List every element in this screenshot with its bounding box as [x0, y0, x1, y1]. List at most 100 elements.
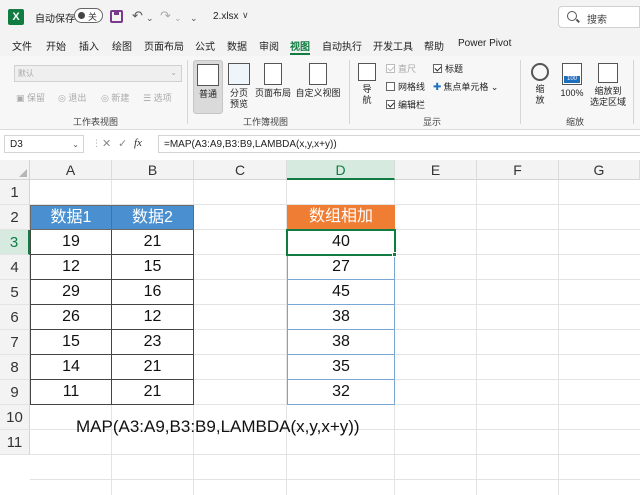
- cell-a3[interactable]: 19: [30, 230, 112, 255]
- redo-dropdown-icon[interactable]: ⌄: [174, 10, 182, 26]
- cell-a2-header[interactable]: 数据1: [30, 205, 112, 230]
- search-icon: [567, 11, 577, 21]
- cancel-icon[interactable]: ✕: [102, 137, 111, 150]
- cell-b5[interactable]: 16: [111, 280, 194, 305]
- tab-developer[interactable]: 开发工具: [373, 38, 413, 53]
- column-header-d[interactable]: D: [287, 160, 395, 180]
- cell-d9[interactable]: 32: [287, 380, 395, 405]
- cell-b8[interactable]: 21: [111, 355, 194, 380]
- sheet-view-keep-button[interactable]: ▣ 保留: [16, 91, 45, 104]
- row-header-2[interactable]: 2: [0, 205, 30, 230]
- zoom-100-button[interactable]: 100 100%: [557, 60, 587, 99]
- cell-d7[interactable]: 38: [287, 330, 395, 355]
- active-cell-border: [286, 229, 396, 256]
- cell-d6[interactable]: 38: [287, 305, 395, 330]
- tab-draw[interactable]: 绘图: [112, 38, 132, 53]
- cell-b6[interactable]: 12: [111, 305, 194, 330]
- column-header-c[interactable]: C: [194, 160, 287, 180]
- headings-checkbox[interactable]: 标题: [433, 62, 463, 75]
- tab-formulas[interactable]: 公式: [195, 38, 215, 53]
- row-header-5[interactable]: 5: [0, 280, 30, 305]
- customize-toolbar-icon[interactable]: ⌄: [190, 10, 198, 26]
- tab-home[interactable]: 开始: [46, 38, 66, 53]
- redo-icon[interactable]: ↷: [160, 8, 171, 24]
- chevron-down-icon: ⌄: [72, 140, 79, 149]
- tab-insert[interactable]: 插入: [79, 38, 99, 53]
- row-header-9[interactable]: 9: [0, 380, 30, 405]
- sheet-view-exit-button[interactable]: ◎ 退出: [58, 91, 86, 104]
- chevron-down-icon: ⌄: [490, 82, 499, 92]
- cell-a6[interactable]: 26: [30, 305, 112, 330]
- tab-page-layout[interactable]: 页面布局: [144, 38, 184, 53]
- cell-d4[interactable]: 27: [287, 255, 395, 280]
- row-header-4[interactable]: 4: [0, 255, 30, 280]
- cell-b7[interactable]: 23: [111, 330, 194, 355]
- column-header-f[interactable]: F: [477, 160, 559, 180]
- column-header-b[interactable]: B: [112, 160, 194, 180]
- insert-function-icon[interactable]: fx: [134, 137, 142, 149]
- zoom-group-label: 缩放: [566, 117, 585, 127]
- cell-b3[interactable]: 21: [111, 230, 194, 255]
- undo-icon[interactable]: ↶: [132, 8, 143, 24]
- select-all-corner[interactable]: [0, 160, 30, 180]
- row-header-11[interactable]: 11: [0, 430, 30, 455]
- focus-cell-icon: ✚: [433, 82, 442, 93]
- row-header-3[interactable]: 3: [0, 230, 30, 255]
- gridlines-checkbox[interactable]: 网格线: [386, 80, 425, 93]
- save-icon[interactable]: [110, 10, 123, 23]
- normal-view-button[interactable]: 普通: [193, 60, 223, 114]
- sheet-view-select[interactable]: 默认 ⌄: [14, 65, 182, 82]
- tab-help[interactable]: 帮助: [424, 38, 444, 53]
- cell-d8[interactable]: 35: [287, 355, 395, 380]
- page-layout-button[interactable]: 页面布局: [254, 60, 292, 99]
- formula-bar-checkbox[interactable]: 编辑栏: [386, 98, 425, 111]
- fill-handle[interactable]: [392, 252, 397, 257]
- column-header-e[interactable]: E: [395, 160, 477, 180]
- row-header-8[interactable]: 8: [0, 355, 30, 380]
- ribbon: 默认 ⌄ ▣ 保留 ◎ 退出 ◎ 新建 ☰ 选项 工作表视图 普通 分页 预览 …: [0, 56, 640, 130]
- cell-d5[interactable]: 45: [287, 280, 395, 305]
- zoom-to-selection-button[interactable]: 缩放到 选定区域: [588, 60, 628, 108]
- cell-b9[interactable]: 21: [111, 380, 194, 405]
- file-name[interactable]: 2.xlsx: [213, 11, 239, 22]
- filename-chevron-icon[interactable]: ∨: [242, 10, 249, 21]
- tab-data[interactable]: 数据: [227, 38, 247, 53]
- undo-dropdown-icon[interactable]: ⌄: [146, 10, 154, 26]
- row-header-1[interactable]: 1: [0, 180, 30, 205]
- sheet-view-options-button[interactable]: ☰ 选项: [143, 91, 172, 104]
- ruler-checkbox[interactable]: 直尺: [386, 62, 416, 75]
- cell-a9[interactable]: 11: [30, 380, 112, 405]
- formula-input[interactable]: =MAP(A3:A9,B3:B9,LAMBDA(x,y,x+y)): [158, 135, 640, 153]
- tab-file[interactable]: 文件: [12, 38, 32, 53]
- autosave-toggle[interactable]: 关: [74, 8, 103, 23]
- row-header-10[interactable]: 10: [0, 405, 30, 430]
- row-header-6[interactable]: 6: [0, 305, 30, 330]
- cell-a5[interactable]: 29: [30, 280, 112, 305]
- ribbon-separator: [187, 60, 188, 124]
- formula-note: MAP(A3:A9,B3:B9,LAMBDA(x,y,x+y)): [76, 417, 360, 436]
- column-header-g[interactable]: G: [559, 160, 640, 180]
- cell-a7[interactable]: 15: [30, 330, 112, 355]
- page-break-preview-button[interactable]: 分页 预览: [225, 60, 253, 110]
- cell-a4[interactable]: 12: [30, 255, 112, 280]
- cell-b2-header[interactable]: 数据2: [111, 205, 194, 230]
- column-header-a[interactable]: A: [30, 160, 112, 180]
- tab-review[interactable]: 审阅: [259, 38, 279, 53]
- enter-icon[interactable]: ✓: [118, 137, 127, 150]
- name-box[interactable]: D3 ⌄: [4, 135, 84, 153]
- cell-d2-header[interactable]: 数组相加: [287, 205, 395, 230]
- search-placeholder: 搜索: [587, 15, 607, 26]
- custom-view-button[interactable]: 自定义视图: [294, 60, 342, 99]
- cell-b4[interactable]: 15: [111, 255, 194, 280]
- row-header-7[interactable]: 7: [0, 330, 30, 355]
- navigation-button[interactable]: 导 航: [354, 60, 380, 106]
- tab-view[interactable]: 视图: [290, 38, 310, 53]
- search-box[interactable]: 搜索: [558, 6, 640, 28]
- excel-logo-icon: X: [8, 9, 24, 25]
- tab-power-pivot[interactable]: Power Pivot: [458, 38, 511, 49]
- tab-automate[interactable]: 自动执行: [322, 38, 362, 53]
- zoom-button[interactable]: 缩 放: [526, 60, 554, 106]
- cell-a8[interactable]: 14: [30, 355, 112, 380]
- sheet-view-new-button[interactable]: ◎ 新建: [101, 91, 129, 104]
- focus-cell-button[interactable]: ✚ 焦点单元格 ⌄: [433, 80, 498, 93]
